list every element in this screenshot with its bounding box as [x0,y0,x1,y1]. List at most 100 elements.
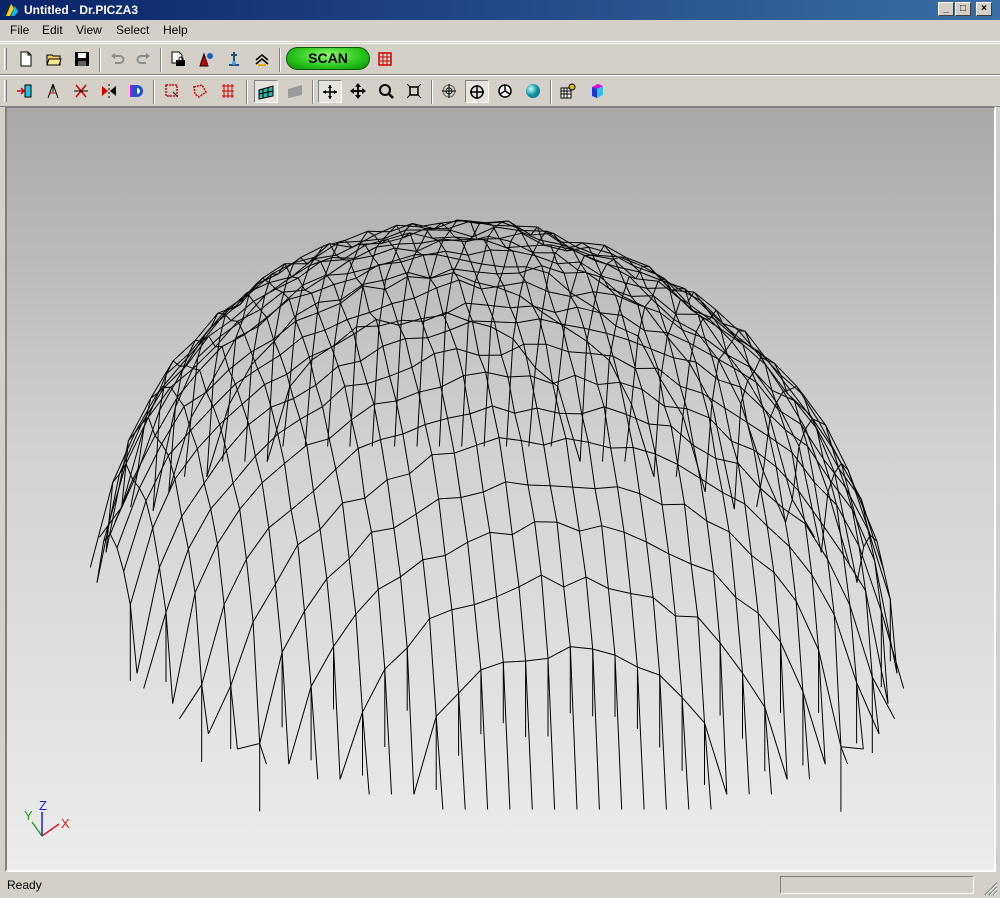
mesh-edge [261,463,285,484]
mesh-edge [306,438,330,446]
zoom-fit-icon[interactable] [402,80,426,103]
mesh-edge [567,351,576,376]
mesh-edge [429,278,438,289]
layers-icon[interactable] [250,48,274,71]
menu-view[interactable]: View [76,23,102,37]
open-folder-icon[interactable] [42,48,66,71]
mesh-edge [583,327,607,334]
mesh-edge [201,604,225,685]
mesh-edge [207,685,232,735]
select-free-icon[interactable] [216,80,240,103]
probe-settings-icon[interactable] [222,48,246,71]
fit-y-icon[interactable] [41,80,65,103]
scan-area-icon[interactable] [373,48,397,71]
mesh-edge [681,697,705,724]
mesh-edge [212,383,236,407]
mesh-edge [525,281,549,293]
mesh-edge [481,263,505,268]
app-icon [6,4,18,16]
mesh-edge [762,471,787,523]
mesh-edge [550,485,573,488]
mesh-edge [489,531,513,536]
mesh-edge [194,592,203,685]
wireframe-mesh [89,219,905,812]
mesh-edge [174,478,183,517]
mesh-edge [733,403,742,510]
menu-help[interactable]: Help [163,23,188,37]
mesh-edge [653,379,661,477]
minimize-button[interactable]: _ [938,2,954,16]
mesh-edge [757,612,781,643]
mesh-edge [306,444,314,492]
mesh-edge [152,478,176,529]
status-bar: Ready [0,874,1000,898]
zoom-icon[interactable] [374,80,398,103]
print-preview-icon[interactable] [166,48,190,71]
mesh-edge [456,348,464,376]
mesh-edge [391,297,415,305]
mesh-edge [181,516,189,550]
new-file-icon[interactable] [14,48,38,71]
toolbar-grip[interactable] [4,48,7,70]
menu-edit[interactable]: Edit [42,23,63,37]
view-top-icon[interactable] [465,80,489,103]
mesh-edge [203,483,212,510]
rotate-icon[interactable] [318,80,342,103]
mesh-edge [668,553,692,565]
mesh-edge [237,743,260,750]
mesh-edge [518,574,542,588]
wireframe-icon[interactable] [254,80,278,103]
undo-icon[interactable] [105,48,129,71]
mesh-edge [690,563,714,573]
mesh-edge [465,302,489,306]
mesh-edge [337,365,346,387]
mesh-edge [584,255,607,265]
select-rect-icon[interactable] [160,80,184,103]
half-icon[interactable] [125,80,149,103]
mesh-edge [384,669,392,795]
mesh-edge [641,389,665,407]
mesh-edge [158,567,167,613]
mesh-edge [489,532,498,597]
mesh-edge [507,375,531,378]
view-side-icon[interactable] [493,80,517,103]
mesh-edge [244,364,252,462]
mesh-edge [288,686,312,765]
shaded-icon[interactable] [283,80,307,103]
toolbar-grip[interactable] [4,80,7,102]
fit-x-icon[interactable] [13,80,37,103]
mesh-edge [648,423,672,427]
mesh-edge [601,525,609,589]
maximize-button[interactable]: □ [955,2,971,16]
pan-icon[interactable] [346,80,370,103]
mesh-edge [769,402,778,419]
scan-button[interactable]: SCAN [286,47,370,70]
select-poly-icon[interactable] [188,80,212,103]
view-front-icon[interactable] [437,80,461,103]
menu-select[interactable]: Select [116,23,149,37]
mesh-edge [431,452,455,456]
redo-icon[interactable] [132,48,156,71]
save-disk-icon[interactable] [70,48,94,71]
export-icon[interactable] [556,80,580,103]
flip-icon[interactable] [69,80,93,103]
3d-viewport[interactable]: X Y Z [5,106,996,872]
mesh-edge [461,320,469,447]
close-button[interactable]: × [976,2,992,16]
mirror-icon[interactable] [97,80,121,103]
menu-file[interactable]: File [10,23,29,37]
resize-grip-icon[interactable] [984,882,998,896]
mesh-edge [474,596,497,606]
mesh-edge [487,304,511,309]
mesh-edge [594,486,618,490]
toolbar-separator [312,80,314,104]
mesh-edge [438,498,446,556]
mesh-edge [473,604,482,670]
mesh-edge [358,439,381,449]
color-settings-icon[interactable] [194,48,218,71]
mesh-edge [422,255,431,279]
cube-icon[interactable] [585,80,609,103]
view-sphere-icon[interactable] [521,80,545,103]
mesh-edge [273,339,281,356]
mesh-edge [317,312,326,331]
